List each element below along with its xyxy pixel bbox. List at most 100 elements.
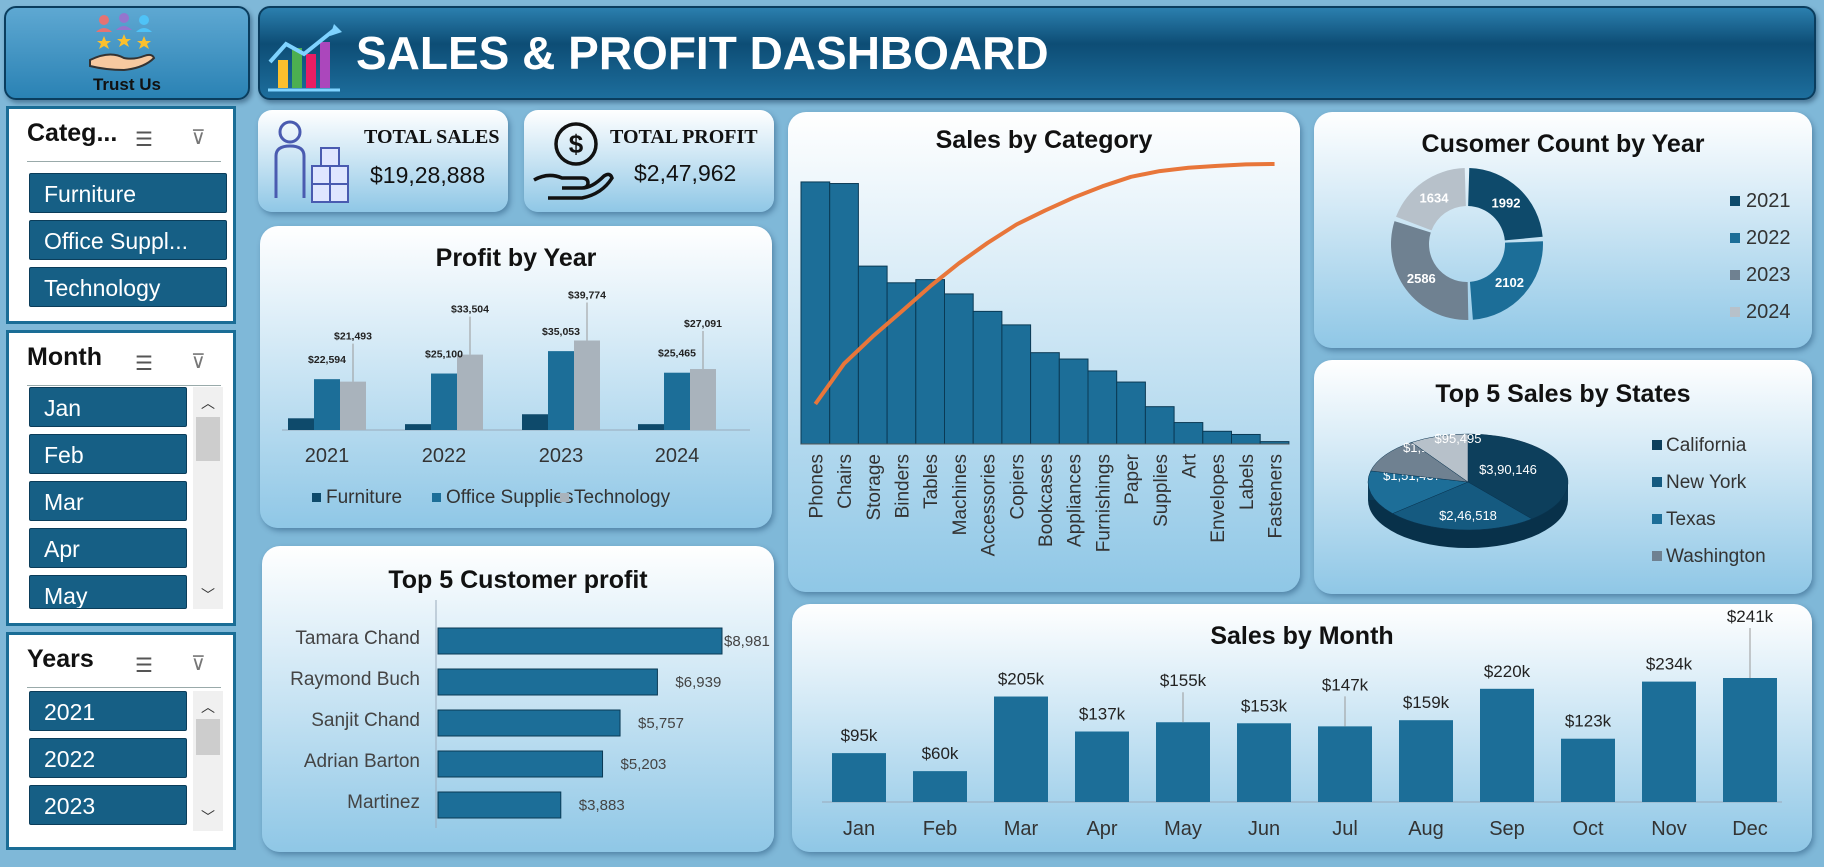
tick-label: Binders: [892, 454, 913, 518]
kpi-sales-value: $19,28,888: [370, 162, 486, 188]
category-bar: [829, 183, 859, 445]
legend-label: 2021: [1746, 190, 1791, 212]
scroll-thumb[interactable]: [196, 417, 220, 461]
donut-label: 1992: [1492, 195, 1521, 210]
data-label: $60k: [922, 744, 959, 763]
data-label: $205k: [998, 670, 1045, 689]
category-bar: [1116, 381, 1146, 445]
tick-label: Bookcases: [1036, 454, 1057, 547]
slicer-item-2023[interactable]: 2023: [29, 785, 187, 825]
tick-label: Supplies: [1151, 454, 1172, 527]
tick-label: Oct: [1572, 818, 1604, 840]
scroll-down-icon[interactable]: ﹀: [193, 585, 223, 605]
slicer-month-scrollbar[interactable]: ︿ ﹀: [193, 387, 223, 609]
data-label: $27,091: [684, 318, 722, 330]
slicer-item-apr[interactable]: Apr: [29, 528, 187, 568]
category-bar: [1001, 324, 1032, 445]
tick-label: Tables: [921, 454, 942, 509]
tick-label: Jun: [1248, 818, 1280, 840]
month-bar: [1075, 731, 1129, 802]
bar-technology: [574, 340, 600, 430]
slicer-item-furniture[interactable]: Furniture: [29, 173, 227, 213]
tick-label: Sep: [1489, 818, 1525, 840]
slicer-item-2021[interactable]: 2021: [29, 691, 187, 731]
page-title: SALES & PROFIT DASHBOARD: [356, 27, 1049, 79]
scroll-up-icon[interactable]: ︿: [193, 387, 223, 413]
slicer-item-technology[interactable]: Technology: [29, 267, 227, 307]
month-bar: [1642, 681, 1696, 802]
tick-label: Chairs: [835, 454, 856, 509]
slicer-item-may[interactable]: May: [29, 575, 187, 609]
clear-filter-icon[interactable]: ⊽: [191, 349, 206, 374]
month-bar: [832, 753, 886, 802]
category-bar: [1231, 433, 1261, 445]
donut-label: 2102: [1495, 275, 1524, 290]
slicer-years: Years ☰ ⊽ 2021 2022 2023 ︿ ﹀: [6, 632, 236, 850]
money-hand-icon: $: [533, 122, 614, 200]
scroll-up-icon[interactable]: ︿: [193, 691, 223, 717]
month-bar: [1723, 678, 1777, 802]
tick-label: Sanjit Chand: [311, 710, 420, 731]
legend-label: California: [1666, 435, 1747, 456]
customer-bar: [437, 709, 621, 737]
slicer-item-mar[interactable]: Mar: [29, 481, 187, 521]
legend-swatch: [1730, 196, 1740, 206]
month-bar: [913, 771, 967, 802]
trust-hands-icon: [89, 13, 156, 72]
multi-select-icon[interactable]: ☰: [135, 653, 153, 678]
tick-label: Apr: [1086, 818, 1117, 840]
month-bar: [1480, 688, 1534, 802]
month-bar: [1237, 723, 1291, 802]
tick-label: Envelopes: [1208, 454, 1229, 543]
customer-count-panel: Cusomer Count by Year 1992 2102 2586 1634 20…: [1314, 112, 1812, 348]
clear-filter-icon[interactable]: ⊽: [191, 125, 206, 150]
legend-label: Furniture: [326, 487, 402, 508]
legend-swatch: [1652, 551, 1662, 561]
bar-office-supplies: [548, 351, 574, 430]
top5-customer-profit-chart: Tamara Chand $8,981 Raymond Buch $6,939 Sanj…: [290, 600, 770, 828]
slicer-item-feb[interactable]: Feb: [29, 434, 187, 474]
category-bar: [1173, 422, 1204, 445]
legend-swatch: [432, 493, 441, 502]
data-label: $155k: [1160, 671, 1207, 690]
pie-label: $2,46,518: [1439, 508, 1497, 523]
data-label: $153k: [1241, 696, 1288, 715]
slicer-item-jan[interactable]: Jan: [29, 387, 187, 427]
slicer-item-office-supplies[interactable]: Office Suppl...: [29, 220, 227, 260]
slicer-month-title: Month: [27, 343, 102, 371]
category-bar: [800, 181, 831, 445]
tick-label: Phones: [806, 454, 827, 518]
data-label: $234k: [1646, 655, 1693, 674]
logo-caption: Trust Us: [92, 75, 162, 94]
scroll-thumb[interactable]: [196, 719, 220, 755]
legend-label: Texas: [1666, 509, 1716, 530]
customer-bar: [437, 791, 562, 819]
legend-label: New York: [1666, 472, 1747, 493]
data-label: $35,053: [542, 326, 580, 338]
scroll-down-icon[interactable]: ﹀: [193, 807, 223, 827]
category-bar: [1030, 352, 1060, 445]
multi-select-icon[interactable]: ☰: [135, 127, 153, 152]
category-bar: [1202, 430, 1232, 445]
data-label: $5,203: [621, 756, 667, 773]
kpi-total-sales: TOTAL SALES $19,28,888: [258, 110, 508, 212]
legend-swatch: [560, 493, 569, 502]
kpi-profit-value: $2,47,962: [634, 160, 737, 186]
tick-label: Copiers: [1007, 454, 1028, 519]
tick-label: Art: [1179, 453, 1200, 478]
tick-label: 2024: [655, 445, 700, 467]
multi-select-icon[interactable]: ☰: [135, 351, 153, 376]
bar-office-supplies: [664, 372, 690, 430]
growth-chart-icon: [268, 24, 342, 92]
donut-label: 2586: [1407, 271, 1436, 286]
profit-by-year-chart: $22,594 $21,493 2021 $25,100 $33,504 2022 $35,…: [282, 290, 750, 508]
slicer-years-scrollbar[interactable]: ︿ ﹀: [193, 691, 223, 831]
tick-label: Jul: [1332, 818, 1358, 840]
tick-label: 2022: [422, 445, 467, 467]
legend-label: Office Supplies: [446, 487, 573, 508]
donut-label: 1634: [1420, 191, 1450, 206]
slicer-item-2022[interactable]: 2022: [29, 738, 187, 778]
svg-text:$: $: [569, 129, 584, 159]
data-label: $22,594: [308, 354, 346, 366]
clear-filter-icon[interactable]: ⊽: [191, 651, 206, 676]
